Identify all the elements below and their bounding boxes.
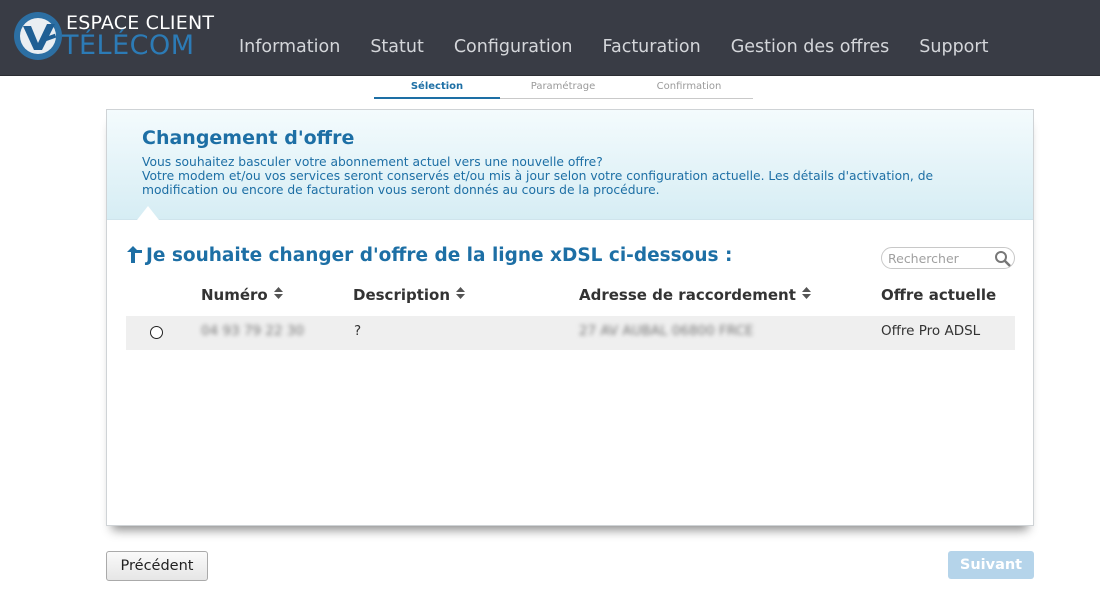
panel-description: Vous souhaitez basculer votre abonnement… bbox=[142, 155, 1002, 197]
col-numero[interactable]: Numéro bbox=[201, 286, 283, 304]
step-selection: Sélection bbox=[374, 81, 500, 99]
cell-adresse: 27 AV AUBAL 06800 FRCE bbox=[579, 323, 754, 339]
panel-caret bbox=[137, 206, 159, 220]
sort-icon[interactable] bbox=[273, 287, 283, 299]
top-header: ESPACE CLIENT TÉLÉCOM Information Statut… bbox=[0, 0, 1100, 76]
cell-offre: Offre Pro ADSL bbox=[881, 323, 981, 339]
step-confirmation: Confirmation bbox=[656, 81, 722, 92]
table-header: Numéro Description Adresse de raccordeme… bbox=[126, 286, 1015, 308]
col-adresse[interactable]: Adresse de raccordement bbox=[579, 286, 811, 304]
nav-support[interactable]: Support bbox=[904, 37, 1003, 57]
panel-desc-line1: Vous souhaitez basculer votre abonnement… bbox=[142, 155, 603, 169]
logo-text-line2: TÉLÉCOM bbox=[62, 30, 195, 61]
col-numero-label: Numéro bbox=[201, 286, 268, 304]
nav-information[interactable]: Information bbox=[224, 37, 355, 57]
v-logo-icon bbox=[14, 12, 62, 60]
section-title-text: Je souhaite changer d'offre de la ligne … bbox=[146, 245, 733, 266]
panel-desc-line2: Votre modem et/ou vos services seront co… bbox=[142, 169, 934, 197]
step-parametrage: Paramétrage bbox=[530, 81, 596, 92]
nav-gestion-offres[interactable]: Gestion des offres bbox=[716, 37, 905, 57]
next-button[interactable]: Suivant bbox=[948, 551, 1034, 579]
search-icon[interactable] bbox=[994, 250, 1012, 268]
back-arrow-icon bbox=[126, 244, 146, 269]
row-radio[interactable] bbox=[150, 326, 163, 339]
cell-numero: 04 93 79 22 30 bbox=[201, 323, 305, 339]
search-input[interactable] bbox=[888, 250, 988, 266]
sort-icon[interactable] bbox=[801, 287, 811, 299]
sort-icon[interactable] bbox=[456, 287, 466, 299]
table-row[interactable]: 04 93 79 22 30 ? 27 AV AUBAL 06800 FRCE … bbox=[126, 316, 1015, 350]
search-box[interactable] bbox=[881, 247, 1015, 269]
offer-change-panel: Changement d'offre Vous souhaitez bascul… bbox=[106, 109, 1034, 526]
nav-facturation[interactable]: Facturation bbox=[588, 37, 716, 57]
main-nav: Information Statut Configuration Factura… bbox=[224, 37, 1003, 57]
panel-title: Changement d'offre bbox=[142, 127, 355, 149]
col-description-label: Description bbox=[353, 286, 451, 304]
panel-header: Changement d'offre Vous souhaitez bascul… bbox=[107, 110, 1033, 220]
nav-configuration[interactable]: Configuration bbox=[439, 37, 588, 57]
section-title: Je souhaite changer d'offre de la ligne … bbox=[126, 244, 732, 269]
col-description[interactable]: Description bbox=[353, 286, 466, 304]
wizard-steps: Sélection Paramétrage Confirmation bbox=[374, 81, 753, 99]
col-adresse-label: Adresse de raccordement bbox=[579, 286, 796, 304]
col-offre-actuelle: Offre actuelle bbox=[881, 286, 997, 304]
nav-statut[interactable]: Statut bbox=[355, 37, 439, 57]
previous-button[interactable]: Précédent bbox=[106, 551, 208, 581]
logo[interactable]: ESPACE CLIENT TÉLÉCOM bbox=[12, 10, 214, 66]
cell-description: ? bbox=[354, 323, 362, 339]
